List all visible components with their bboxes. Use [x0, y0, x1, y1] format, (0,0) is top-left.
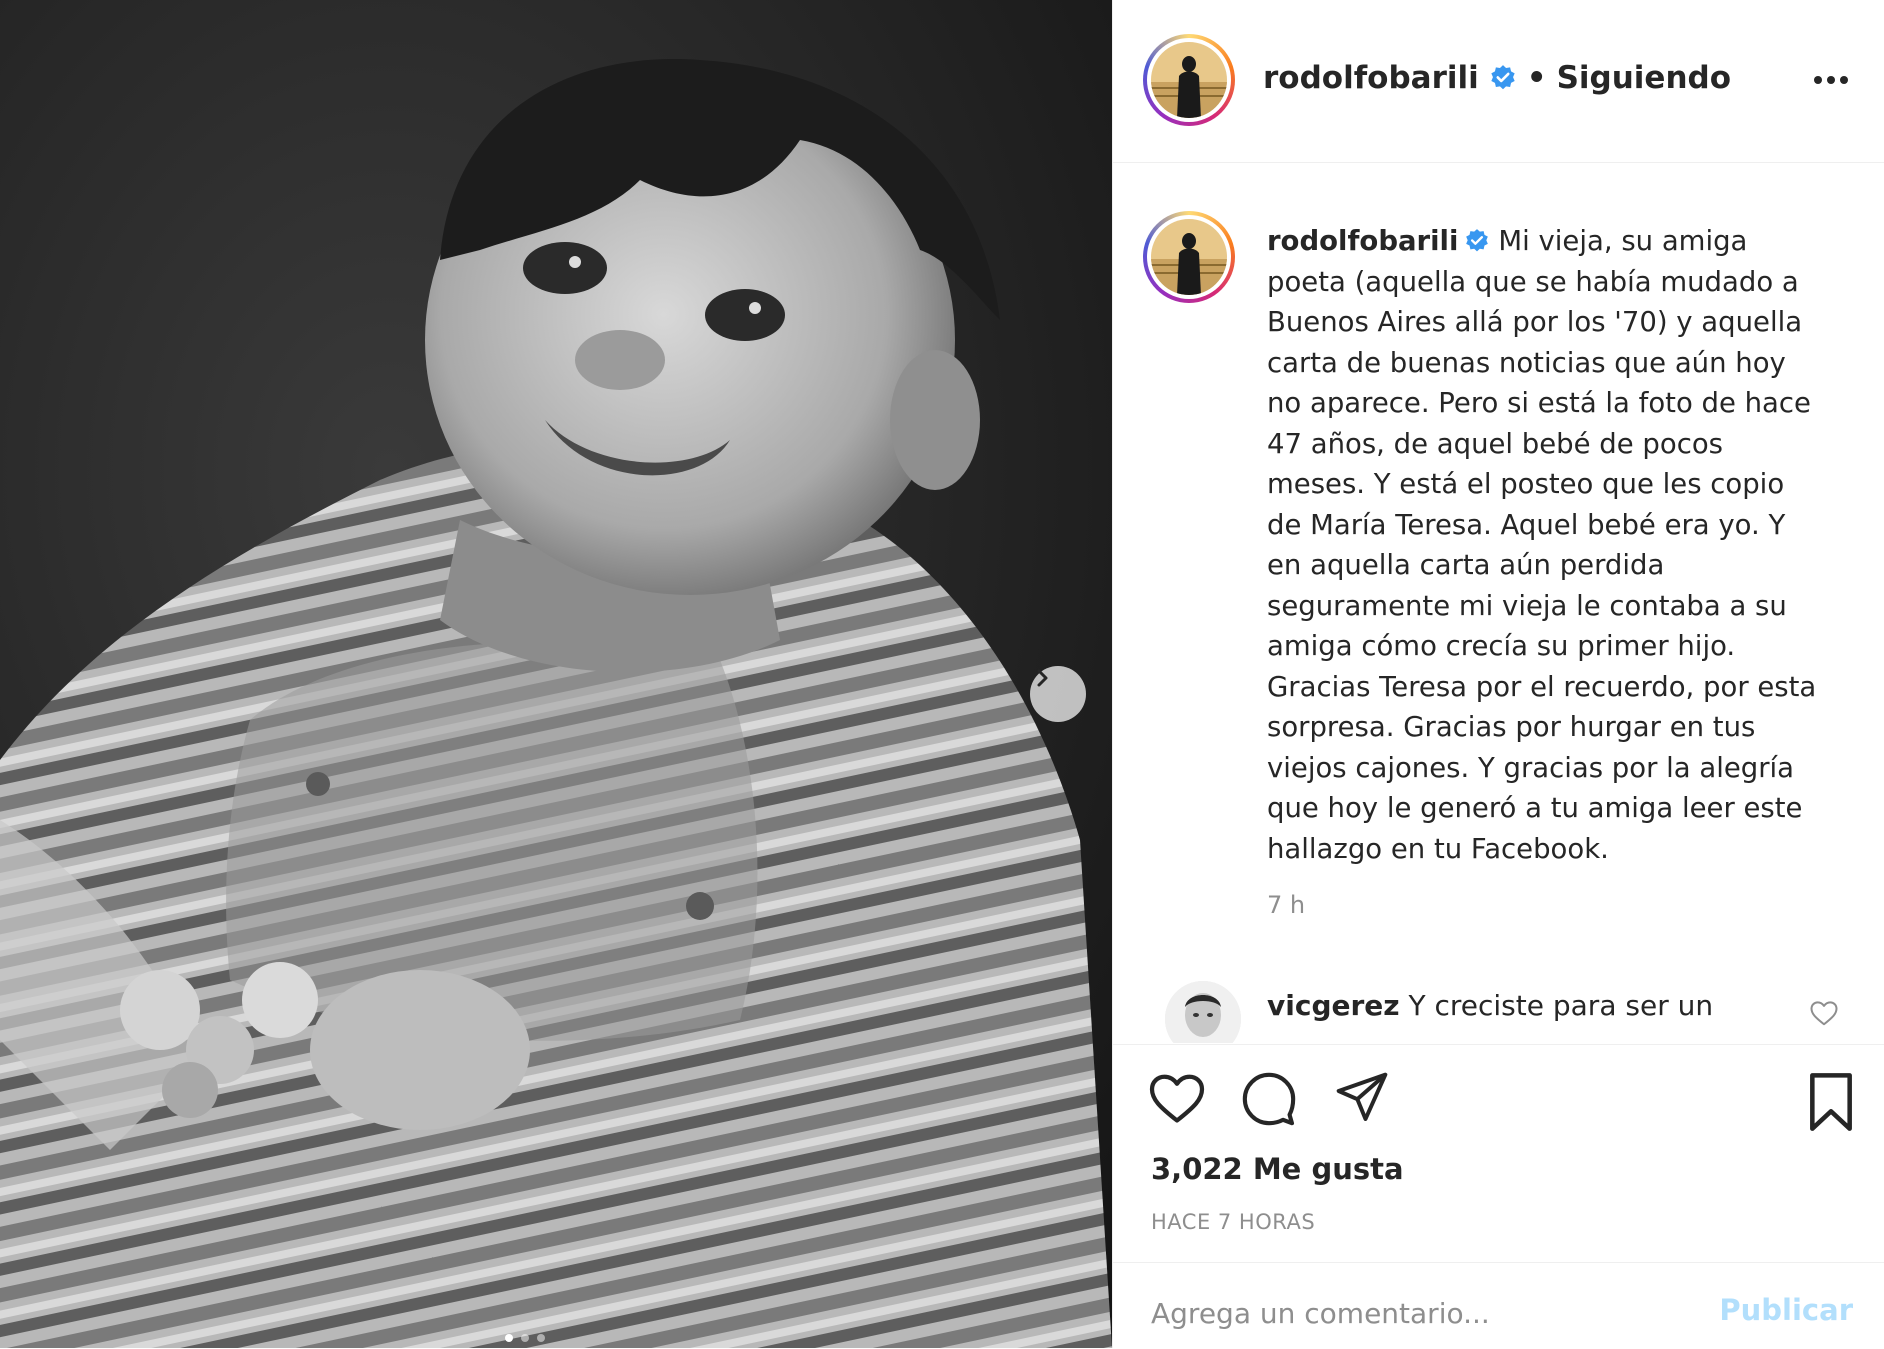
commenter-picture [1165, 981, 1241, 1043]
comment-icon [1242, 1072, 1296, 1126]
profile-picture [1151, 42, 1227, 118]
comment-username[interactable]: vicgerez [1267, 989, 1400, 1022]
carousel-dot [505, 1334, 513, 1342]
post-author-line: rodolfobarili • Siguiendo [1263, 60, 1731, 96]
heart-icon [1149, 1074, 1205, 1123]
heart-icon [1810, 1001, 1838, 1026]
more-horizontal-icon [1814, 76, 1848, 84]
avatar[interactable] [1143, 34, 1235, 126]
following-button[interactable]: Siguiendo [1557, 60, 1731, 96]
verified-badge-icon [1489, 64, 1517, 92]
author-username[interactable]: rodolfobarili [1263, 60, 1479, 96]
comment-like-button[interactable] [1809, 999, 1839, 1031]
separator-dot: • [1526, 60, 1547, 96]
caption-username[interactable]: rodolfobarili [1267, 225, 1458, 257]
like-count[interactable]: 3,022 Me gusta [1151, 1152, 1404, 1186]
post-photo[interactable] [0, 0, 1112, 1348]
share-button[interactable] [1333, 1070, 1391, 1126]
more-options-button[interactable] [1811, 60, 1851, 100]
comments-list[interactable]: rodolfobarili Mi vieja, su amiga poeta (… [1113, 163, 1884, 1043]
avatar[interactable] [1165, 981, 1241, 1043]
avatar[interactable] [1143, 211, 1235, 303]
baby-photo-image [0, 0, 1112, 1348]
comment-text-line: vicgerez Y creciste para ser un [1267, 989, 1713, 1022]
verified-badge-icon [1464, 228, 1490, 254]
post-caption: rodolfobarili Mi vieja, su amiga poeta (… [1267, 221, 1827, 869]
caption-text: Mi vieja, su amiga poeta (aquella que se… [1267, 225, 1817, 865]
comment-body: Y creciste para ser un [1408, 989, 1714, 1022]
carousel-indicator [505, 1334, 545, 1342]
post-actions [1113, 1070, 1884, 1140]
comment-button[interactable] [1239, 1070, 1299, 1128]
list-item: vicgerez Y creciste para ser un [1143, 981, 1863, 1043]
publish-button[interactable]: Publicar [1719, 1293, 1853, 1327]
profile-picture [1151, 219, 1227, 295]
add-comment-bar: Publicar [1113, 1262, 1884, 1349]
caption-time[interactable]: 7 h [1267, 891, 1305, 919]
post-side-panel: rodolfobarili • Siguiendo rodolfobarili … [1112, 0, 1884, 1348]
carousel-dot [521, 1334, 529, 1342]
bookmark-icon [1810, 1073, 1852, 1131]
post-header: rodolfobarili • Siguiendo [1113, 0, 1884, 163]
comment-input[interactable] [1151, 1291, 1691, 1335]
chevron-right-icon [1037, 669, 1048, 687]
save-button[interactable] [1803, 1070, 1859, 1134]
like-button[interactable] [1147, 1070, 1207, 1126]
next-photo-button[interactable] [1030, 666, 1086, 722]
share-icon [1336, 1072, 1388, 1121]
divider [1113, 1044, 1884, 1045]
post-timestamp[interactable]: HACE 7 HORAS [1151, 1210, 1315, 1234]
carousel-dot [537, 1334, 545, 1342]
